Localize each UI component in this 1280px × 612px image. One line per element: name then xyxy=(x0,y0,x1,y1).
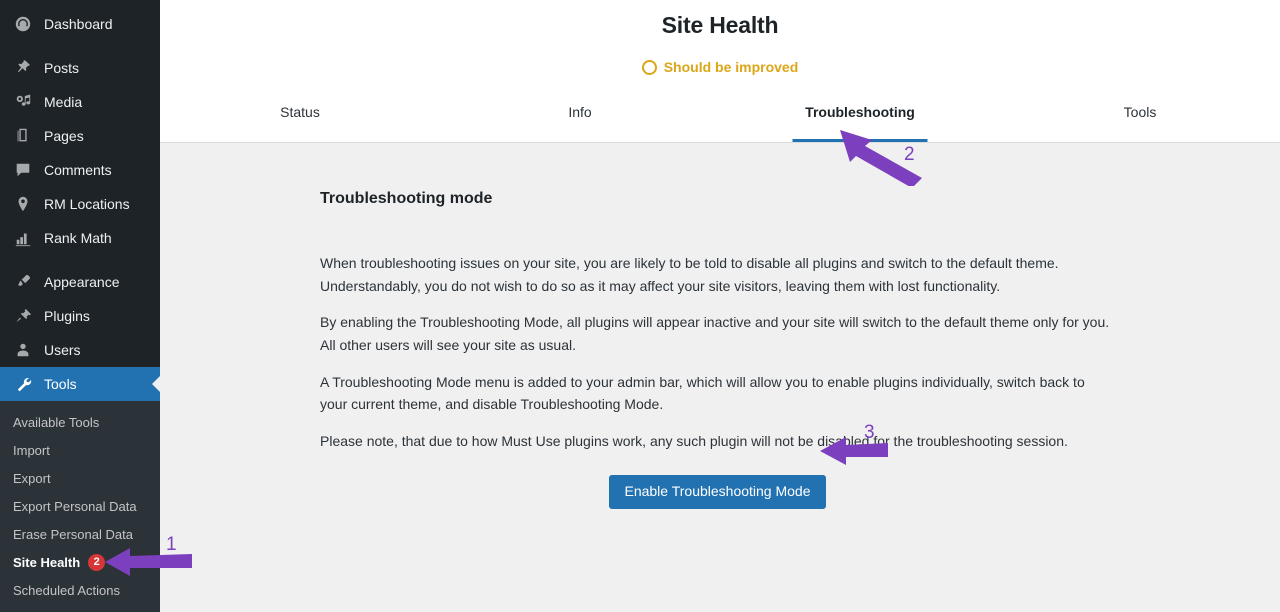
paragraph-4: Please note, that due to how Must Use pl… xyxy=(320,433,1068,450)
tab-troubleshooting[interactable]: Troubleshooting xyxy=(720,100,1000,142)
circle-outline-icon xyxy=(641,59,657,75)
media-icon xyxy=(13,92,33,112)
wrench-icon xyxy=(13,374,33,394)
sidebar-item-appearance[interactable]: Appearance xyxy=(0,265,160,299)
user-icon xyxy=(13,340,33,360)
enable-troubleshooting-mode-button[interactable]: Enable Troubleshooting Mode xyxy=(609,474,826,510)
sidebar-item-comments[interactable]: Comments xyxy=(0,153,160,187)
site-health-issue-badge: 2 xyxy=(88,553,106,571)
sidebar-item-label: Appearance xyxy=(44,274,120,290)
sidebar-subitem-erase-personal-data[interactable]: Erase Personal Data xyxy=(0,520,160,548)
pages-icon xyxy=(13,126,33,146)
tab-tools[interactable]: Tools xyxy=(1000,100,1280,142)
sidebar-subitem-available-tools[interactable]: Available Tools xyxy=(0,408,160,436)
sidebar-item-posts[interactable]: Posts xyxy=(0,51,160,85)
tab-status[interactable]: Status xyxy=(160,100,440,142)
site-status-row: Should be improved xyxy=(160,59,1280,75)
bar-chart-icon xyxy=(13,228,33,248)
sidebar-item-rank-math[interactable]: Rank Math xyxy=(0,221,160,255)
submenu-item-label: Export Personal Data xyxy=(13,498,137,514)
section-title: Troubleshooting mode xyxy=(320,190,493,207)
site-health-header: Site Health Should be improved Status In… xyxy=(160,0,1280,143)
app-root: Dashboard Posts Media Pages Comments RM … xyxy=(0,0,1280,612)
paragraph-1: When troubleshooting issues on your site… xyxy=(320,255,1059,294)
sidebar-subitem-scheduled-actions[interactable]: Scheduled Actions xyxy=(0,576,160,604)
sidebar-item-label: Posts xyxy=(44,60,80,76)
admin-sidebar: Dashboard Posts Media Pages Comments RM … xyxy=(0,0,160,612)
sidebar-item-label: Media xyxy=(44,94,83,110)
status-badge: Should be improved xyxy=(663,59,799,75)
sidebar-item-plugins[interactable]: Plugins xyxy=(0,299,160,333)
site-health-tabs: Status Info Troubleshooting Tools xyxy=(160,100,1280,142)
sidebar-item-label: Rank Math xyxy=(44,230,112,246)
plug-icon xyxy=(13,306,33,326)
active-menu-pointer xyxy=(152,375,160,393)
tab-label: Tools xyxy=(1123,104,1157,120)
sidebar-subitem-site-health[interactable]: Site Health 2 xyxy=(0,548,160,576)
sidebar-item-label: Tools xyxy=(44,376,77,392)
sidebar-item-rm-locations[interactable]: RM Locations xyxy=(0,187,160,221)
paragraph-2: By enabling the Troubleshooting Mode, al… xyxy=(320,314,1110,354)
sidebar-item-label: Pages xyxy=(44,128,84,144)
sidebar-item-tools[interactable]: Tools xyxy=(0,367,160,401)
submenu-item-label: Export xyxy=(13,470,51,486)
tab-info[interactable]: Info xyxy=(440,100,720,142)
submenu-item-label: Import xyxy=(13,442,50,458)
tab-label: Info xyxy=(568,104,592,120)
tools-submenu: Available Tools Import Export Export Per… xyxy=(0,401,160,612)
sidebar-item-users[interactable]: Users xyxy=(0,333,160,367)
pin-icon xyxy=(13,58,33,78)
sidebar-item-label: Users xyxy=(44,342,81,358)
page-title: Site Health xyxy=(661,12,779,38)
sidebar-item-pages[interactable]: Pages xyxy=(0,119,160,153)
sidebar-subitem-export[interactable]: Export xyxy=(0,464,160,492)
sidebar-item-label: Comments xyxy=(44,162,112,178)
sidebar-item-label: Plugins xyxy=(44,308,90,324)
sidebar-item-media[interactable]: Media xyxy=(0,85,160,119)
troubleshooting-panel: Troubleshooting mode When troubleshootin… xyxy=(160,143,1280,510)
tab-label: Troubleshooting xyxy=(805,104,915,120)
submenu-item-label: Scheduled Actions xyxy=(13,582,120,598)
paragraph-3: A Troubleshooting Mode menu is added to … xyxy=(320,373,1085,413)
sidebar-subitem-import[interactable]: Import xyxy=(0,436,160,464)
sidebar-item-dashboard[interactable]: Dashboard xyxy=(0,7,160,41)
submenu-item-label: Site Health xyxy=(13,554,81,570)
sidebar-item-label: Dashboard xyxy=(44,16,113,32)
location-pin-icon xyxy=(13,194,33,214)
sidebar-item-label: RM Locations xyxy=(44,196,130,212)
sidebar-subitem-export-personal-data[interactable]: Export Personal Data xyxy=(0,492,160,520)
paintbrush-icon xyxy=(13,272,33,292)
tab-label: Status xyxy=(280,104,320,120)
main-area: Site Health Should be improved Status In… xyxy=(160,0,1280,612)
submenu-item-label: Available Tools xyxy=(13,414,100,430)
button-row: Enable Troubleshooting Mode xyxy=(320,474,1115,510)
submenu-item-label: Erase Personal Data xyxy=(13,526,133,542)
dashboard-icon xyxy=(13,14,33,34)
comments-icon xyxy=(13,160,33,180)
